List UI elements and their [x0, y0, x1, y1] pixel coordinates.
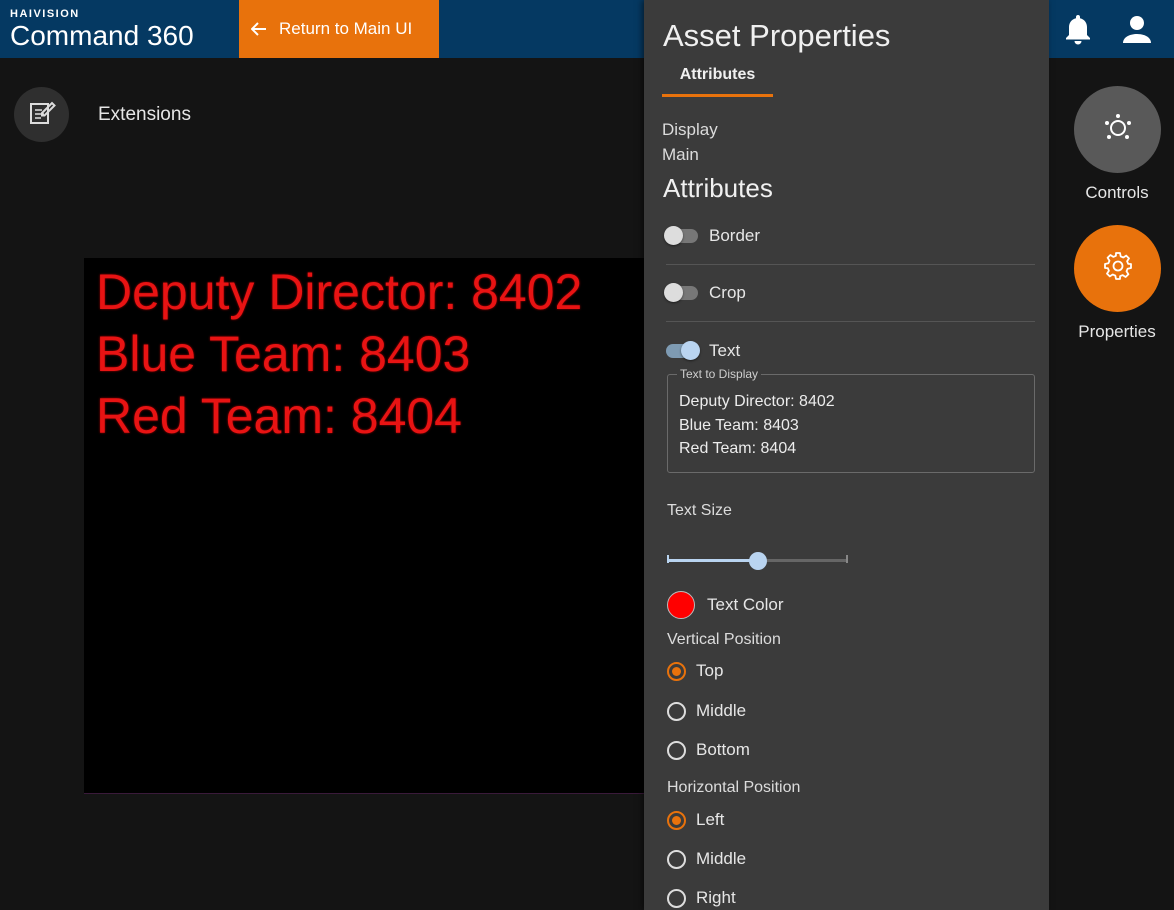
display-label: Display	[662, 120, 718, 139]
text-to-display-value: Deputy Director: 8402 Blue Team: 8403 Re…	[679, 393, 835, 457]
vertical-option-middle[interactable]: Middle	[667, 701, 746, 721]
gear-icon	[1103, 251, 1133, 286]
user-icon[interactable]	[1120, 12, 1154, 46]
controls-button[interactable]	[1074, 86, 1161, 173]
tab-attributes[interactable]: Attributes	[662, 66, 773, 97]
brand-small-text: HAIVISION	[10, 8, 80, 20]
text-to-display-field[interactable]: Text to Display Deputy Director: 8402 Bl…	[667, 367, 1035, 473]
radio-button[interactable]	[667, 849, 686, 869]
vertical-position-label: Vertical Position	[667, 631, 781, 648]
border-toggle[interactable]	[664, 226, 698, 245]
text-color-label: Text Color	[707, 595, 784, 614]
display-value: Main	[662, 145, 699, 164]
extensions-button[interactable]	[14, 87, 69, 142]
border-toggle-row: Border	[664, 208, 1035, 265]
attributes-heading: Attributes	[663, 173, 773, 203]
radio-label: Middle	[696, 701, 747, 720]
text-color-row: Text Color	[667, 591, 784, 619]
crop-label: Crop	[709, 283, 746, 302]
arrow-left-icon	[251, 21, 267, 37]
slider-thumb[interactable]	[748, 552, 767, 570]
radio-label: Middle	[696, 849, 747, 868]
edit-note-icon	[28, 98, 56, 131]
crop-toggle-row: Crop	[664, 265, 1035, 322]
bell-icon[interactable]	[1061, 12, 1095, 46]
properties-label: Properties	[1078, 322, 1156, 341]
controls-icon	[1103, 112, 1133, 147]
radio-button[interactable]	[667, 661, 686, 681]
text-size-slider[interactable]	[667, 552, 848, 570]
preview-text-line: Blue Team: 8403	[96, 326, 471, 382]
horizontal-option-left[interactable]: Left	[667, 810, 724, 830]
radio-label: Bottom	[696, 740, 750, 759]
panel-title: Asset Properties	[663, 18, 891, 53]
return-to-main-label: Return to Main UI	[279, 19, 413, 38]
text-color-swatch[interactable]	[667, 591, 695, 619]
radio-button[interactable]	[667, 701, 686, 721]
text-label: Text	[709, 340, 741, 360]
text-toggle[interactable]	[666, 340, 700, 360]
radio-button[interactable]	[667, 810, 686, 830]
asset-preview[interactable]: Deputy Director: 8402 Blue Team: 8403 Re…	[84, 258, 644, 794]
preview-text-line: Deputy Director: 8402	[96, 264, 583, 320]
vertical-option-top[interactable]: Top	[667, 661, 723, 681]
preview-text-line: Red Team: 8404	[96, 388, 462, 444]
text-to-display-label: Text to Display	[677, 367, 762, 381]
horizontal-option-right[interactable]: Right	[667, 888, 736, 908]
text-size-label: Text Size	[667, 502, 732, 519]
radio-button[interactable]	[667, 740, 686, 760]
brand-title: Command 360	[10, 20, 194, 51]
horizontal-option-middle[interactable]: Middle	[667, 849, 746, 869]
border-label: Border	[709, 226, 761, 245]
vertical-option-bottom[interactable]: Bottom	[667, 740, 750, 760]
asset-properties-panel: Asset Properties Attributes Display Main…	[644, 0, 1049, 910]
crop-toggle[interactable]	[664, 283, 698, 302]
controls-label: Controls	[1085, 183, 1149, 202]
radio-button[interactable]	[667, 888, 686, 908]
app-logo[interactable]: HAIVISION Command 360	[10, 8, 194, 51]
radio-label: Left	[696, 810, 725, 829]
radio-label: Right	[696, 888, 736, 907]
extensions-label: Extensions	[98, 104, 191, 125]
radio-label: Top	[696, 661, 724, 680]
properties-button[interactable]	[1074, 225, 1161, 312]
horizontal-position-label: Horizontal Position	[667, 779, 801, 796]
return-to-main-button[interactable]: Return to Main UI	[239, 0, 439, 58]
